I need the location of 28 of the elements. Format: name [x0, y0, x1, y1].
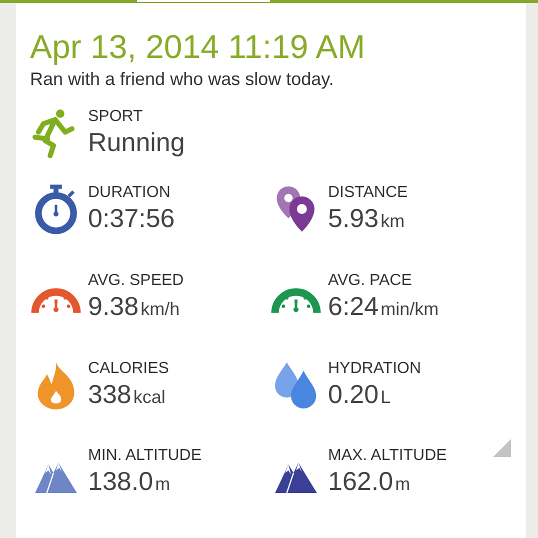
- stat-unit: L: [380, 387, 391, 408]
- stat-label: SPORT: [88, 108, 144, 126]
- stat-value: 338: [88, 378, 132, 410]
- stat-unit: km: [380, 211, 405, 232]
- stat-value: 9.38: [88, 290, 139, 322]
- stat-unit: m: [395, 474, 410, 495]
- stat-label: MAX. ALTITUDE: [328, 447, 447, 465]
- workout-date-title: Apr 13, 2014 11:19 AM: [30, 29, 366, 65]
- stat-value: 6:24: [328, 290, 379, 322]
- stat-value: 5.93: [328, 202, 379, 234]
- stat-value: Running: [88, 126, 185, 158]
- stat-label: HYDRATION: [328, 360, 422, 378]
- workout-note: Ran with a friend who was slow today.: [30, 68, 335, 90]
- stat-label: DISTANCE: [328, 184, 408, 202]
- stat-value: 138.0: [88, 465, 154, 497]
- stat-label: MIN. ALTITUDE: [88, 447, 202, 465]
- stat-label: CALORIES: [88, 360, 169, 378]
- stat-value: 162.0: [328, 465, 394, 497]
- stat-unit: m: [155, 474, 170, 495]
- stat-unit: min/km: [380, 299, 439, 320]
- stat-label: AVG. SPEED: [88, 272, 184, 290]
- corner-triangle-icon: [493, 439, 511, 457]
- stat-label: DURATION: [88, 184, 172, 202]
- stat-label: AVG. PACE: [328, 272, 413, 290]
- stat-unit: km/h: [140, 299, 180, 320]
- stat-value: 0.20: [328, 378, 379, 410]
- stat-unit: kcal: [133, 387, 166, 408]
- stat-value: 0:37:56: [88, 202, 175, 234]
